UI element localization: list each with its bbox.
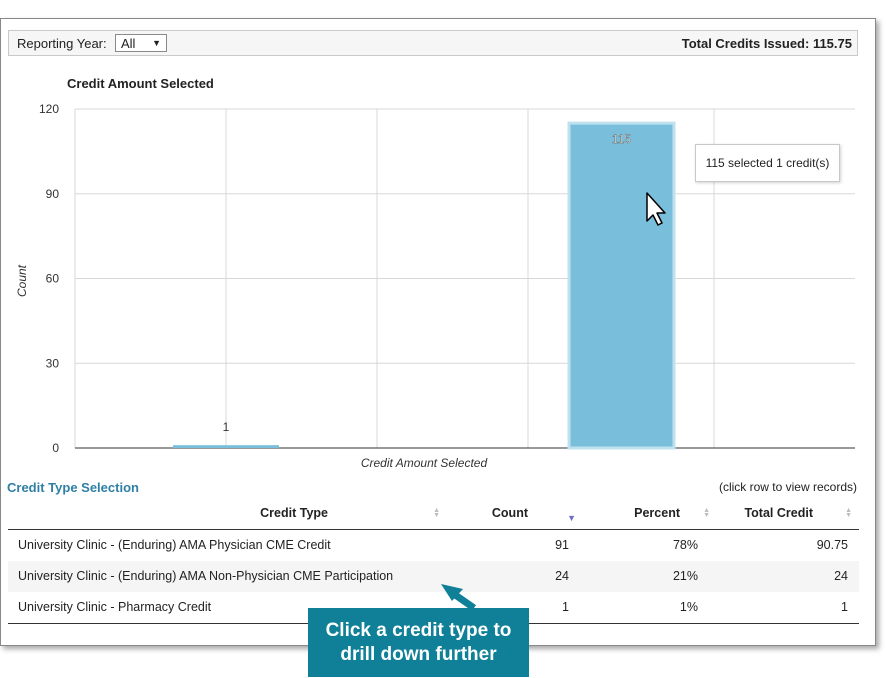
cell-credit-type: University Clinic - (Enduring) AMA Physi… — [18, 538, 331, 552]
x-axis-label: Credit Amount Selected — [361, 456, 488, 470]
chart-title: Credit Amount Selected — [67, 76, 214, 91]
y-tick-label: 120 — [39, 102, 59, 116]
cell-credit-type: University Clinic - (Enduring) AMA Non-P… — [8, 560, 448, 592]
y-tick-label: 30 — [46, 356, 60, 370]
reporting-year-value: All — [121, 36, 136, 51]
column-header-label: Count — [491, 505, 528, 520]
column-header-label: Credit Type — [260, 505, 328, 520]
column-header-label: Percent — [634, 505, 680, 520]
credit-amount-chart: Credit Amount Selected 0306090120 Count … — [15, 76, 855, 470]
filter-bar: Reporting Year: All ▼ Total Credits Issu… — [8, 30, 858, 56]
column-header-percent[interactable]: Percent ▲ ▼ — [574, 497, 710, 530]
chart-bar — [567, 121, 676, 450]
credit-type-table: Credit Type ▲ ▼ Count ▼ Percent ▲ ▼ Total … — [8, 497, 859, 624]
cell-percent: 1% — [574, 591, 710, 624]
bar-data-label: 1 — [223, 420, 230, 434]
cell-count: 91 — [555, 538, 569, 552]
reporting-year-select[interactable]: All ▼ — [115, 34, 167, 52]
callout-line-2: drill down further — [340, 643, 497, 665]
table-row[interactable]: University Clinic - (Enduring) AMA Non-P… — [8, 560, 859, 592]
y-axis-ticks: 0 30 60 90 120 — [39, 102, 59, 455]
cell-percent: 78% — [672, 538, 698, 552]
y-tick-label: 90 — [46, 187, 60, 201]
bar-tooltip: 115 selected 1 credit(s) — [695, 144, 840, 182]
sort-icon: ▲ ▼ — [703, 507, 710, 519]
reporting-year-label: Reporting Year: — [17, 36, 107, 51]
chart-bar — [173, 445, 279, 448]
y-tick-label: 0 — [52, 441, 59, 455]
y-tick-label: 60 — [46, 272, 60, 286]
cell-percent: 21% — [574, 560, 710, 592]
column-header-label: Total Credit — [744, 505, 813, 520]
cell-count: 24 — [448, 560, 574, 592]
callout-line-1: Click a credit type to — [325, 619, 512, 641]
column-header-credit-type[interactable]: Credit Type ▲ ▼ — [8, 497, 448, 530]
dropdown-arrow-icon: ▼ — [152, 38, 161, 48]
cell-total-credit: 90.75 — [816, 538, 848, 552]
credit-type-section-title: Credit Type Selection — [7, 480, 139, 495]
chart-bars[interactable]: 1 115 — [173, 121, 676, 450]
bar-data-label: 115 — [612, 132, 631, 146]
column-header-total-credit[interactable]: Total Credit ▲ ▼ — [710, 497, 859, 530]
click-row-hint: (click row to view records) — [718, 480, 857, 494]
cell-total-credit: 1 — [710, 591, 859, 624]
total-credits: Total Credits Issued: 115.75 — [681, 36, 852, 51]
sort-icon: ▲ ▼ — [845, 507, 852, 519]
column-header-count[interactable]: Count ▼ — [448, 497, 576, 530]
instruction-callout: Click a credit type to drill down furthe… — [308, 608, 529, 677]
y-axis-label: Count — [15, 264, 29, 297]
report-panel: Reporting Year: All ▼ Total Credits Issu… — [0, 18, 876, 646]
table-row[interactable]: University Clinic - (Enduring) AMA Physi… — [8, 529, 859, 561]
sort-icon: ▲ ▼ — [433, 507, 440, 519]
cell-total-credit: 24 — [710, 560, 859, 592]
